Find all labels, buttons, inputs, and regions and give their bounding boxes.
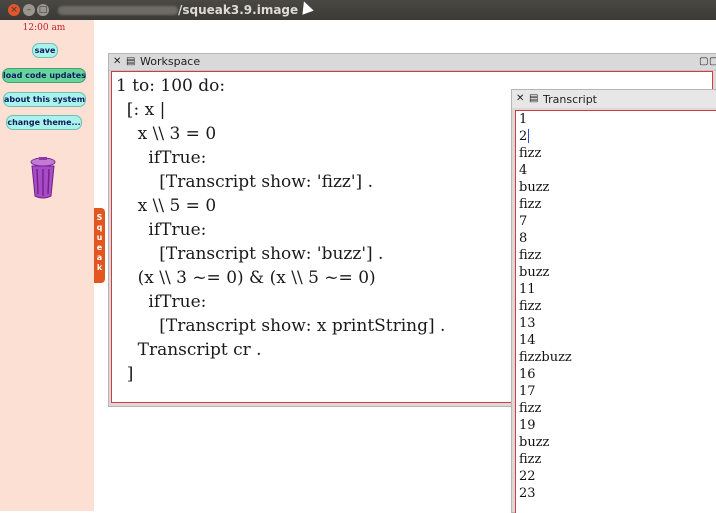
transcript-line: 23 — [519, 486, 536, 501]
mouse-pointer-icon — [298, 0, 314, 15]
text-cursor — [528, 129, 529, 143]
transcript-line: buzz — [519, 180, 550, 195]
transcript-line: fizz — [519, 452, 542, 467]
transcript-line: 1 — [519, 112, 528, 127]
window-title-text: squeak3.9.image — [182, 3, 299, 17]
close-icon[interactable]: ✕ — [516, 93, 524, 105]
transcript-line: 7 — [519, 214, 528, 229]
trash-icon[interactable] — [27, 156, 59, 200]
transcript-line: fizz — [519, 146, 542, 161]
squeak-flap: 12:00 am save load code updates about th… — [0, 20, 94, 511]
close-icon[interactable]: ✕ — [113, 56, 121, 68]
code-line: [: x | — [116, 100, 166, 120]
transcript-text-pane[interactable]: 1 2 fizz 4 buzz fizz 7 8 fizz buzz 11 fi… — [515, 110, 716, 513]
code-line: ifTrue: — [116, 148, 207, 168]
transcript-line: 17 — [519, 384, 536, 399]
code-line: [Transcript show: 'fizz'] . — [116, 172, 373, 192]
load-code-updates-button[interactable]: load code updates — [2, 68, 86, 83]
squeak-tab-label: Squeak — [96, 213, 103, 272]
os-window-title: /squeak3.9.image — [58, 3, 298, 17]
code-line: ifTrue: — [116, 220, 207, 240]
transcript-line: 19 — [519, 418, 536, 433]
transcript-line: buzz — [519, 265, 550, 280]
os-titlebar: × – □ /squeak3.9.image — [0, 0, 716, 20]
window-menu-icon[interactable]: ▤ — [126, 56, 135, 68]
transcript-line: fizz — [519, 197, 542, 212]
transcript-line: 14 — [519, 333, 536, 348]
code-line: ] — [116, 364, 134, 384]
code-line: (x \\ 3 ~= 0) & (x \\ 5 ~= 0) — [116, 268, 376, 288]
workspace-title: Workspace — [140, 55, 201, 68]
collapse-icon[interactable]: ▢ — [699, 56, 708, 68]
transcript-line: 8 — [519, 231, 528, 246]
window-close-button[interactable]: × — [8, 4, 20, 16]
transcript-title: Transcript — [543, 93, 597, 106]
transcript-line: 13 — [519, 316, 536, 331]
transcript-line: 16 — [519, 367, 536, 382]
save-button[interactable]: save — [32, 43, 58, 58]
code-line: [Transcript show: x printString] . — [116, 316, 446, 336]
code-line: Transcript cr . — [116, 340, 262, 360]
code-line: x \\ 5 = 0 — [116, 196, 217, 216]
transcript-line: buzz — [519, 435, 550, 450]
clock: 12:00 am — [22, 23, 66, 33]
transcript-line: 2 — [519, 129, 528, 144]
window-maximize-button[interactable]: □ — [37, 4, 49, 16]
transcript-line: fizz — [519, 401, 542, 416]
squeak-flap-tab[interactable]: Squeak — [94, 208, 105, 283]
window-minimize-button[interactable]: – — [23, 4, 35, 16]
transcript-line: fizz — [519, 299, 542, 314]
transcript-line: 22 — [519, 469, 536, 484]
change-theme-button[interactable]: change theme... — [6, 115, 82, 130]
code-line: [Transcript show: 'buzz'] . — [116, 244, 384, 264]
transcript-titlebar[interactable]: ✕ ▤ Transcript — [512, 90, 716, 108]
workspace-titlebar[interactable]: ✕ ▤ Workspace ▢ ▢ — [109, 54, 716, 71]
code-line: x \\ 3 = 0 — [116, 124, 217, 144]
code-line: ifTrue: — [116, 292, 207, 312]
transcript-line: fizzbuzz — [519, 350, 572, 365]
transcript-window: ✕ ▤ Transcript 1 2 fizz 4 buzz fizz 7 8 … — [511, 89, 716, 513]
transcript-line: 4 — [519, 163, 528, 178]
blurred-path — [58, 6, 178, 15]
transcript-line: fizz — [519, 248, 542, 263]
window-menu-icon[interactable]: ▤ — [529, 93, 538, 105]
expand-icon[interactable]: ▢ — [709, 56, 716, 68]
code-line: 1 to: 100 do: — [116, 76, 226, 96]
transcript-line: 11 — [519, 282, 536, 297]
about-this-system-button[interactable]: about this system — [3, 92, 86, 107]
